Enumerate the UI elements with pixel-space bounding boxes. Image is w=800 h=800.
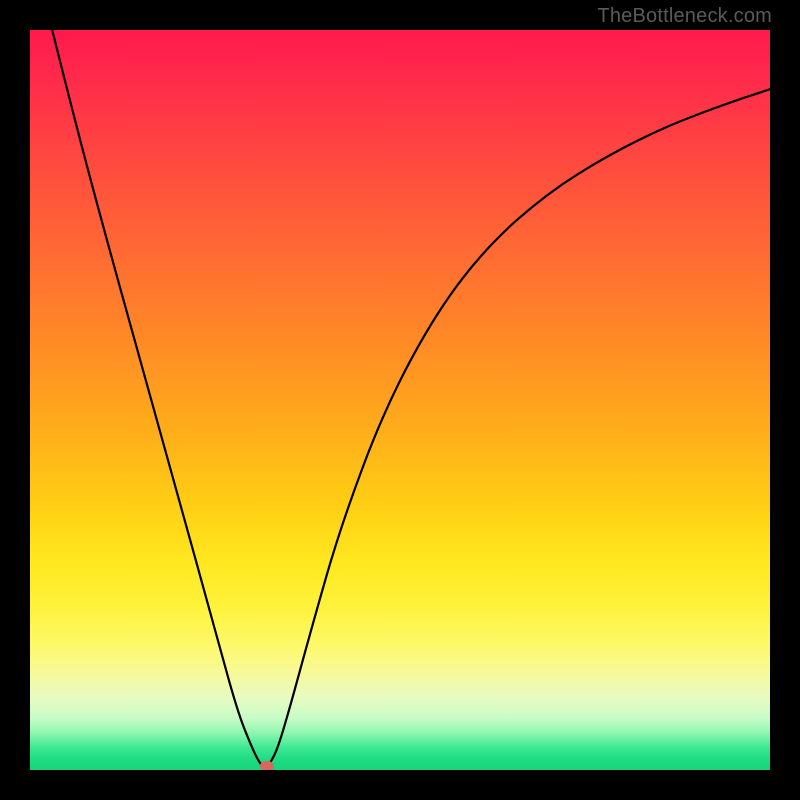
plot-area bbox=[30, 30, 770, 770]
optimum-marker bbox=[260, 761, 274, 770]
chart-svg bbox=[30, 30, 770, 770]
watermark-text: TheBottleneck.com bbox=[597, 5, 772, 28]
bottleneck-curve bbox=[52, 30, 770, 766]
chart-frame: TheBottleneck.com bbox=[0, 0, 800, 800]
